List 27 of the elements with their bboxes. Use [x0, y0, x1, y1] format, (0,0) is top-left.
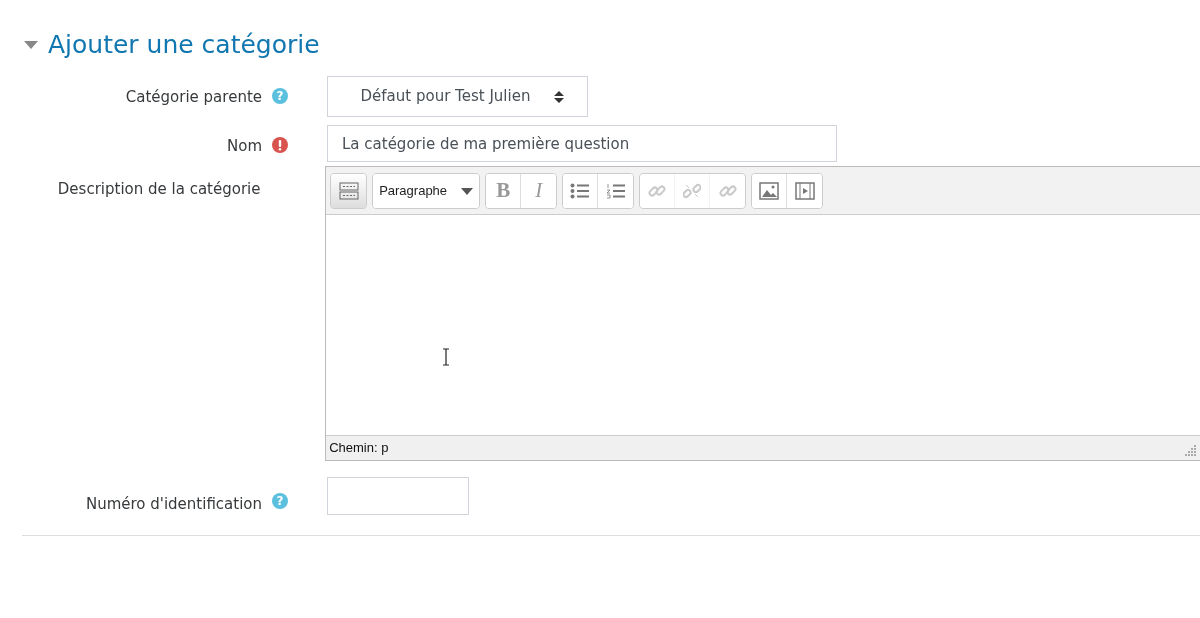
field-label: Nom: [226, 136, 262, 157]
text-input-field[interactable]: La catégorie de ma première question: [327, 125, 837, 162]
help-icon[interactable]: ?: [272, 88, 288, 104]
help-icon[interactable]: ?: [272, 492, 288, 509]
image-icon: [759, 182, 780, 200]
editor-path-text: Chemin: p: [329, 439, 389, 457]
image-button[interactable]: [752, 174, 788, 208]
select-dropdown[interactable]: Défaut pour Test Julien: [327, 76, 588, 117]
up-down-arrows-icon: [554, 89, 565, 104]
field-label: Description de la catégorie: [56, 179, 261, 200]
chain-link-icon: [648, 182, 667, 200]
broken-link-icon: [683, 182, 702, 200]
toolbar-toggle-button[interactable]: [331, 174, 367, 208]
field-label: Catégorie parente: [124, 87, 262, 108]
keyboard-rows-icon: [338, 182, 359, 200]
text-input-field[interactable]: [327, 476, 469, 515]
paragraph-format-dropdown[interactable]: Paragraphe: [373, 174, 480, 208]
bulleted-list-icon: [570, 183, 591, 199]
caret-icon: [461, 188, 474, 196]
text-cursor-icon: [442, 348, 451, 366]
chain-link-icon: [718, 182, 737, 200]
film-icon: [794, 182, 815, 200]
bulleted-list-button[interactable]: [563, 174, 599, 208]
numbered-list-icon: [605, 183, 626, 199]
bold-button[interactable]: B: [486, 174, 522, 208]
field-label: Numéro d'identification: [84, 493, 262, 515]
section-title: Ajouter une catégorie: [48, 30, 320, 60]
